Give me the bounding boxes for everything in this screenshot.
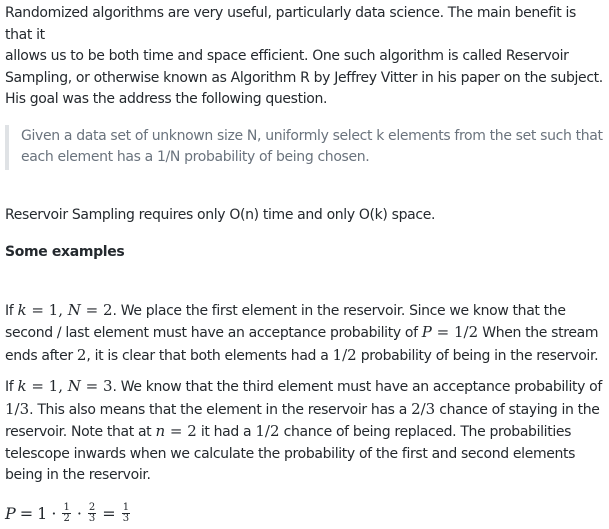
intro-line: allows us to be both time and space effi… [5, 48, 569, 64]
example-line: being in the reservoir. [5, 467, 151, 483]
example-line: second / last element must have an accep… [5, 323, 599, 341]
example-line: If k = 1, N = 3. We know that the third … [5, 377, 602, 395]
formula-fraction: 2 3 [87, 502, 97, 524]
formula-number: 1 [37, 504, 48, 523]
quote-line: Given a data set of unknown size N, unif… [21, 127, 603, 144]
section-heading: Some examples [5, 244, 125, 260]
formula-operator: = [19, 504, 34, 523]
example-line: If k = 1, N = 2. We place the first elem… [5, 300, 566, 319]
blockquote: Given a data set of unknown size N, unif… [5, 124, 605, 170]
complexity-paragraph: Reservoir Sampling requires only O(n) ti… [5, 206, 436, 223]
formula-operator: · [76, 504, 82, 523]
intro-line: Sampling, or otherwise known as Algorith… [5, 69, 603, 86]
quote-line: each element has a 1/N probability of be… [21, 149, 370, 165]
document-body: Randomized algorithms are very useful, p… [5, 0, 605, 529]
example-two-paragraph: If k = 1, N = 3. We know that the third … [5, 376, 605, 487]
intro-line: His goal was the address the following q… [5, 91, 328, 107]
intro-paragraph: Randomized algorithms are very useful, p… [5, 0, 605, 111]
formula-symbol: P [5, 504, 16, 523]
probability-formula: P = 1 · 1 2 · 2 3 = 1 3 [5, 499, 605, 529]
example-line: 1/3. This also means that the element in… [5, 399, 600, 418]
example-line: reservoir. Note that at n = 2 it had a 1… [5, 422, 572, 440]
example-one-paragraph: If k = 1, N = 2. We place the first elem… [5, 300, 605, 368]
example-line: telescope inwards when we calculate the … [5, 445, 576, 462]
example-line: ends after 2, it is clear that both elem… [5, 345, 599, 364]
formula-fraction: 1 2 [62, 502, 71, 524]
formula-operator: · [51, 504, 57, 523]
formula-fraction: 1 3 [121, 502, 131, 524]
formula-operator: = [102, 504, 116, 523]
intro-line: Randomized algorithms are very useful, p… [5, 5, 576, 43]
